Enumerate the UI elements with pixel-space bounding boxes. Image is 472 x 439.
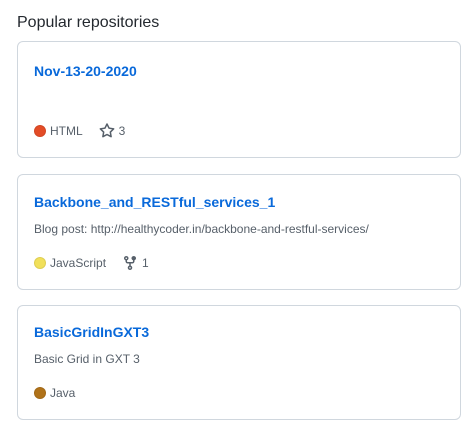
stars-link[interactable]: 3 bbox=[99, 123, 126, 139]
repo-card: Backbone_and_RESTful_services_1 Blog pos… bbox=[17, 174, 461, 290]
language-label: JavaScript bbox=[50, 256, 107, 270]
repo-name-link[interactable]: Backbone_and_RESTful_services_1 bbox=[34, 192, 275, 212]
section-title: Popular repositories bbox=[17, 14, 160, 31]
forks-link[interactable]: 1 bbox=[122, 255, 149, 271]
language-color-dot bbox=[34, 125, 46, 137]
language-color-dot bbox=[34, 257, 46, 269]
repo-language: Java bbox=[34, 385, 75, 401]
repo-card: BasicGridInGXT3 Basic Grid in GXT 3 Java bbox=[17, 305, 461, 420]
repo-name-link[interactable]: Nov-13-20-2020 bbox=[34, 61, 137, 81]
fork-icon bbox=[124, 256, 137, 271]
repo-meta: Java bbox=[34, 385, 91, 401]
language-color-dot bbox=[34, 387, 46, 399]
forks-count: 1 bbox=[142, 256, 149, 270]
repo-meta: JavaScript 1 bbox=[34, 255, 149, 271]
repo-description: Blog post: http://healthycoder.in/backbo… bbox=[34, 222, 369, 236]
repo-description: Basic Grid in GXT 3 bbox=[34, 352, 140, 366]
repo-language: JavaScript bbox=[34, 255, 106, 271]
language-label: HTML bbox=[50, 124, 83, 138]
repo-name-link[interactable]: BasicGridInGXT3 bbox=[34, 322, 149, 342]
language-label: Java bbox=[50, 386, 76, 400]
star-icon bbox=[99, 123, 115, 138]
repo-card: Nov-13-20-2020 HTML 3 bbox=[17, 41, 461, 158]
repo-meta: HTML 3 bbox=[34, 123, 125, 139]
stars-count: 3 bbox=[118, 124, 126, 138]
repo-language: HTML bbox=[34, 123, 83, 139]
